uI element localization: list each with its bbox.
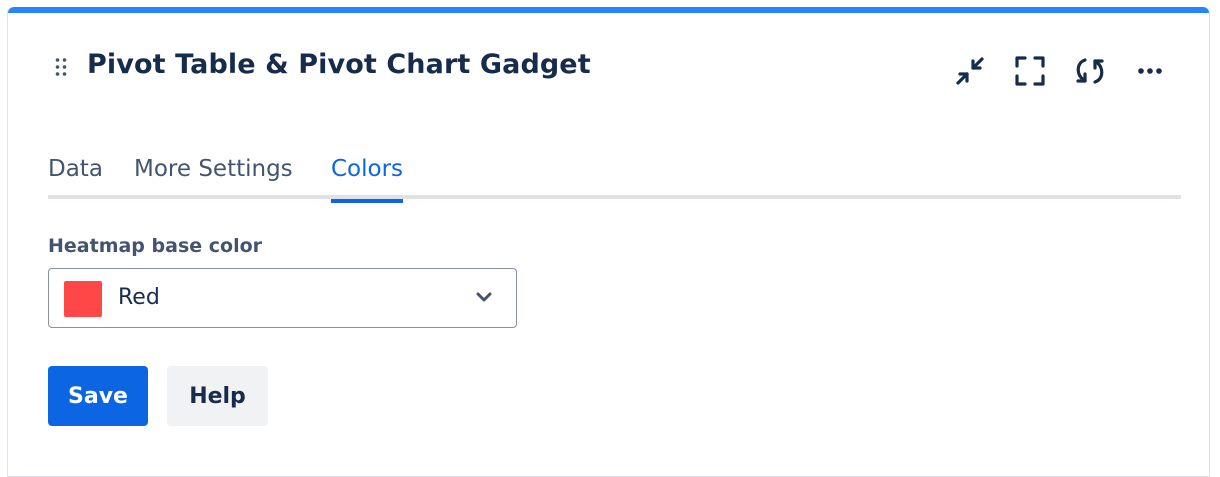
help-button[interactable]: Help [167,366,268,426]
tab-more-settings[interactable]: More Settings [134,151,293,199]
tab-data[interactable]: Data [48,151,103,199]
refresh-icon[interactable] [1070,51,1110,91]
gadget-accent-bar [8,7,1209,13]
heatmap-color-select[interactable]: Red [48,268,517,328]
tab-colors[interactable]: Colors [331,151,404,203]
heatmap-color-value: Red [118,285,160,310]
gadget-panel: Pivot Table & Pivot Chart Gadget Data Mo… [7,7,1210,477]
color-swatch [64,281,102,317]
more-icon[interactable] [1130,51,1170,91]
fullscreen-icon[interactable] [1010,51,1050,91]
settings-tabs: Data More Settings Colors [48,151,1181,203]
save-button[interactable]: Save [48,366,148,426]
heatmap-color-label: Heatmap base color [48,235,263,257]
minimize-icon[interactable] [950,51,990,91]
chevron-down-icon [476,291,492,303]
header-actions [8,51,1209,91]
